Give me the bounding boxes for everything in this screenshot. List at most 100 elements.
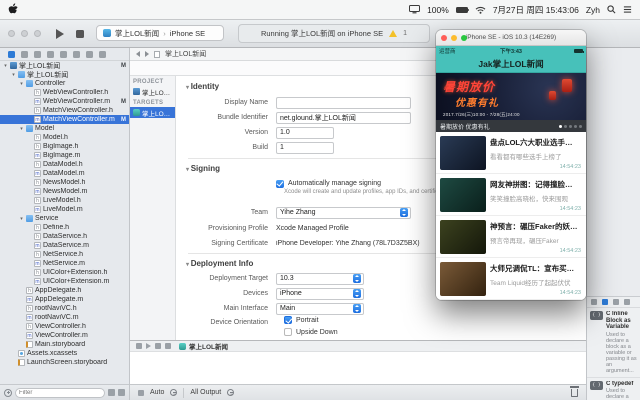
news-item[interactable]: 盘点LOL六大职业选手… 看看都有哪些选手上榜了 14:54:23 [436,132,586,174]
continue-icon[interactable] [146,343,151,349]
hide-debug-area-icon[interactable] [136,343,142,349]
target-row[interactable]: 掌上LOL新闻 [130,107,175,118]
menu-clock[interactable]: 7月27日 周四 15:43:06 [493,4,579,16]
tree-item[interactable]: WebViewController.m M [0,97,129,106]
object-library-icon[interactable] [613,299,619,305]
variables-view-toggle-icon[interactable] [138,389,144,396]
disclosure-triangle[interactable]: ▾ [19,216,24,222]
debug-navigator-icon[interactable] [73,50,80,58]
tree-item[interactable]: ViewController.h [0,322,129,331]
orientation-checkbox[interactable]: Upside Down [284,326,338,338]
media-library-icon[interactable] [624,299,630,305]
tree-item[interactable]: AppDelegate.h [0,286,129,295]
find-navigator-icon[interactable] [34,50,41,58]
tree-item[interactable]: BigImage.h [0,142,129,151]
news-item[interactable]: 神预言：碾压Faker的妖… 预言帝再现，碾压Faker 14:54:23 [436,216,586,258]
apple-menu-icon[interactable] [8,2,18,17]
tree-item[interactable]: NewsModel.h [0,178,129,187]
run-button[interactable] [56,29,64,39]
warning-icon[interactable] [389,30,398,37]
navigator-filter-input[interactable] [19,389,101,396]
debug-process[interactable]: 掌上LOL新闻 [179,341,228,351]
stop-button[interactable] [76,30,84,38]
variables-scope-selector[interactable]: Auto [150,389,164,396]
recent-files-filter-icon[interactable] [108,389,115,396]
disclosure-triangle[interactable]: ▾ [3,63,8,69]
tree-item[interactable]: DataModel.h [0,160,129,169]
zoom-button[interactable] [34,30,41,37]
deployment-target-combo[interactable]: 10.3 [276,272,364,285]
bundle-identifier-field[interactable]: net.glound.掌上LOL新闻 [276,111,411,124]
back-icon[interactable] [136,51,140,57]
tree-item[interactable]: NetService.h [0,250,129,259]
display-name-field[interactable] [276,96,411,109]
tree-item[interactable]: NewsModel.m [0,187,129,196]
issue-navigator-icon[interactable] [47,50,54,58]
tree-item[interactable]: BigImage.m [0,151,129,160]
forward-icon[interactable] [145,51,149,57]
tree-item[interactable]: ▾ 掌上LOL新闻 [0,70,129,79]
tree-item[interactable]: DataModel.m [0,169,129,178]
tree-item[interactable]: DataService.m [0,241,129,250]
wifi-icon[interactable] [475,6,486,14]
tree-item[interactable]: NetService.m [0,259,129,268]
display-icon[interactable] [409,5,421,14]
code-snippet-library-icon[interactable] [602,299,608,305]
close-button[interactable] [8,30,15,37]
disclosure-triangle[interactable]: ▾ [19,126,24,132]
navigator-filter-field[interactable] [15,387,105,398]
simulator-title-bar[interactable]: iPhone SE - iOS 10.3 (14E269) [436,30,586,46]
warning-count[interactable]: 1 [403,30,407,37]
breadcrumb[interactable]: 掌上LOL新闻 [165,49,206,59]
tree-item[interactable]: MatchViewController.h [0,106,129,115]
main-interface-combo[interactable]: Main [276,302,364,315]
tree-item[interactable]: DataService.h [0,232,129,241]
clear-console-icon[interactable] [570,386,579,397]
zoom-button[interactable] [461,35,467,41]
tree-item[interactable]: Define.h [0,223,129,232]
orientation-checkbox[interactable]: Portrait [284,314,338,326]
tree-item[interactable]: Assets.xcassets [0,349,129,358]
step-over-icon[interactable] [155,343,161,349]
report-navigator-icon[interactable] [99,50,106,58]
menu-user[interactable]: Zyh [586,5,600,15]
code-snippet-item[interactable]: { } C Inline Block as Variable Used to d… [587,308,640,378]
news-item[interactable]: 网友神拼图：记得撞脸… 笑笑撞脸高晓松，快来围观 14:54:23 [436,174,586,216]
console-output-selector[interactable]: All Output [190,389,221,396]
tree-item[interactable]: ▾ Model [0,124,129,133]
variables-filter-icon[interactable] [170,389,178,396]
tree-item[interactable]: ▾ Service [0,214,129,223]
disclosure-triangle[interactable]: ▾ [19,81,24,87]
tree-item[interactable]: UIColor+Extension.m [0,277,129,286]
tree-item[interactable]: ▾ Controller [0,79,129,88]
identity-section-header[interactable]: Identity [186,82,219,91]
tree-item[interactable]: Main.storyboard [0,340,129,349]
tree-item[interactable]: ViewController.m [0,331,129,340]
tree-item[interactable]: LiveModel.h [0,196,129,205]
disclosure-triangle[interactable]: ▾ [11,72,16,78]
tree-item[interactable]: UIColor+Extension.h [0,268,129,277]
signing-section-header[interactable]: Signing [186,164,220,173]
debug-console[interactable] [130,352,586,384]
minimize-button[interactable] [451,35,457,41]
test-navigator-icon[interactable] [60,50,67,58]
scheme-selector[interactable]: 掌上LOL新闻 › iPhone SE [96,25,224,41]
tree-item[interactable]: Model.h [0,133,129,142]
version-field[interactable]: 1.0 [276,126,334,139]
scm-status-filter-icon[interactable] [118,389,125,396]
close-button[interactable] [441,35,447,41]
tree-item[interactable]: LiveModel.m [0,205,129,214]
code-snippet-item[interactable]: { } C typedef Used to declare a typedef. [587,378,640,400]
promo-banner[interactable]: 暑期放价 优惠有礼 2017.7/26(三)10:00 - 7/28(五)24:… [436,73,586,120]
devices-popup[interactable]: iPhone [276,287,364,300]
tree-item[interactable]: MatchViewController.m M [0,115,129,124]
tree-item[interactable]: rootNaviVC.m [0,313,129,322]
step-into-icon[interactable] [165,343,171,349]
news-item[interactable]: 大师兄调侃TL：宣布买… Team Liquid经历了起起伏伏 14:54:23 [436,258,586,300]
spotlight-icon[interactable] [607,5,616,14]
project-navigator-icon[interactable] [8,50,15,58]
minimize-button[interactable] [21,30,28,37]
tree-item[interactable]: WebViewController.h [0,88,129,97]
tree-item[interactable]: LaunchScreen.storyboard [0,358,129,367]
build-field[interactable]: 1 [276,141,334,154]
